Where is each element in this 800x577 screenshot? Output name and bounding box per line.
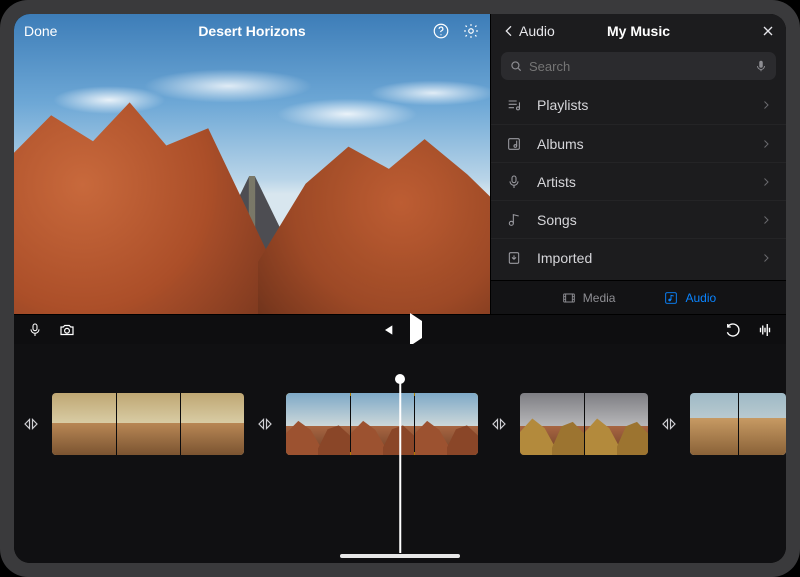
done-button[interactable]: Done [24, 23, 57, 39]
row-playlists[interactable]: Playlists [491, 86, 786, 124]
transition-icon[interactable] [660, 415, 678, 433]
camera-icon[interactable] [58, 321, 76, 339]
undo-icon[interactable] [724, 321, 742, 339]
project-title: Desert Horizons [14, 23, 490, 39]
row-label: Imported [537, 250, 592, 266]
transition-icon[interactable] [256, 415, 274, 433]
video-preview[interactable]: Done Desert Horizons [14, 14, 490, 314]
search-field[interactable] [501, 52, 776, 80]
preview-toolbar: Done Desert Horizons [14, 14, 490, 48]
close-icon[interactable] [760, 23, 776, 39]
imported-icon [505, 249, 523, 267]
help-icon[interactable] [432, 22, 450, 40]
artist-icon [505, 173, 523, 191]
chevron-right-icon [760, 214, 772, 226]
clip-3[interactable] [520, 393, 648, 455]
chevron-right-icon [760, 99, 772, 111]
preview-image [14, 14, 490, 314]
album-icon [505, 135, 523, 153]
chevron-right-icon [760, 138, 772, 150]
playhead-line[interactable] [399, 380, 401, 553]
top-area: Done Desert Horizons [14, 14, 786, 314]
song-icon [505, 211, 523, 229]
mic-icon[interactable] [26, 321, 44, 339]
row-label: Songs [537, 212, 577, 228]
clip-4[interactable] [690, 393, 786, 455]
panel-back-label: Audio [519, 23, 555, 39]
row-songs[interactable]: Songs [491, 200, 786, 238]
chevron-right-icon [760, 252, 772, 264]
prev-track-icon[interactable] [378, 321, 396, 339]
timeline-toolbar [14, 314, 786, 344]
play-icon[interactable] [410, 321, 422, 339]
chevron-right-icon [760, 176, 772, 188]
tab-audio[interactable]: Audio [663, 290, 716, 306]
row-imported[interactable]: Imported [491, 238, 786, 276]
home-indicator[interactable] [340, 554, 460, 558]
panel-back-button[interactable]: Audio [501, 23, 555, 39]
row-label: Artists [537, 174, 576, 190]
mic-icon[interactable] [754, 59, 768, 73]
row-albums[interactable]: Albums [491, 124, 786, 162]
tab-media[interactable]: Media [561, 290, 616, 306]
row-label: Playlists [537, 97, 588, 113]
transition-icon[interactable] [22, 415, 40, 433]
row-label: Albums [537, 136, 584, 152]
gear-icon[interactable] [462, 22, 480, 40]
transition-icon[interactable] [490, 415, 508, 433]
panel-tabs: Media Audio [491, 280, 786, 314]
device-frame: Done Desert Horizons [0, 0, 800, 577]
music-categories-list: Playlists Albums Artists [491, 86, 786, 280]
tab-audio-label: Audio [685, 291, 716, 305]
playlist-icon [505, 96, 523, 114]
search-input[interactable] [529, 59, 748, 74]
row-artists[interactable]: Artists [491, 162, 786, 200]
chevron-left-icon [501, 23, 517, 39]
audio-note-icon [663, 290, 679, 306]
screen: Done Desert Horizons [14, 14, 786, 563]
timeline[interactable] [14, 344, 786, 563]
tab-media-label: Media [583, 291, 616, 305]
clip-1[interactable] [52, 393, 244, 455]
filmstrip-icon [561, 290, 577, 306]
search-icon [509, 59, 523, 73]
panel-header: Audio My Music [491, 14, 786, 48]
waveform-icon[interactable] [756, 321, 774, 339]
media-browser-panel: Audio My Music Playlists [490, 14, 786, 314]
clip-2[interactable] [286, 393, 478, 455]
